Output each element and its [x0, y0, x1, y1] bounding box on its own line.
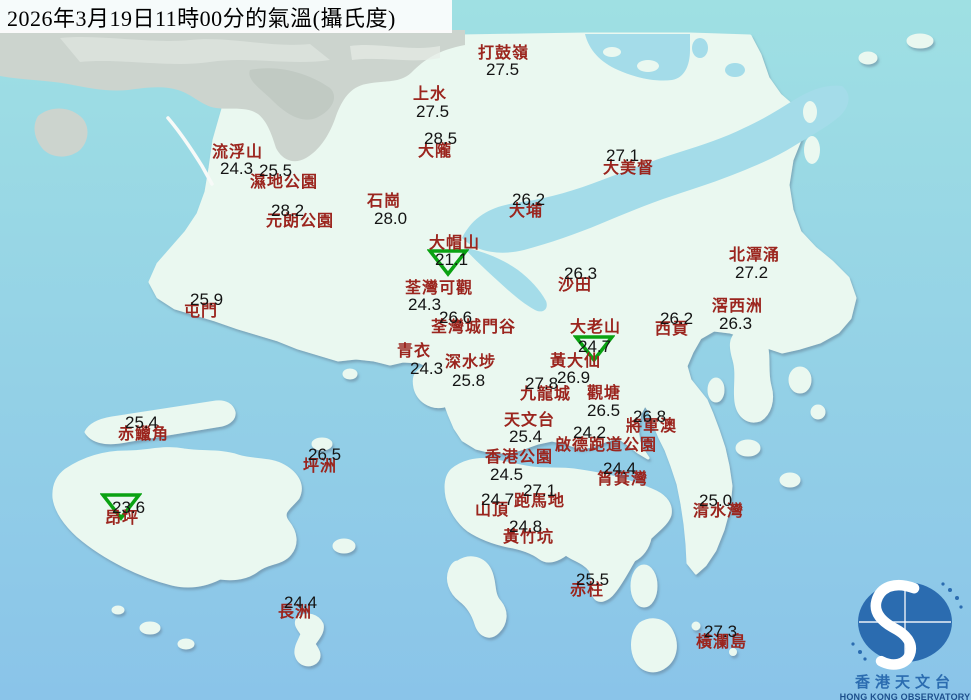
station-value: 25.5: [576, 570, 610, 589]
station-value: 24.4: [603, 459, 637, 478]
station-value: 26.5: [308, 445, 342, 464]
hko-logo-english-name: HONG KONG OBSERVATORY: [839, 692, 971, 700]
station-value: 26.9: [557, 368, 591, 387]
station-value: 25.4: [125, 413, 159, 432]
title-bar: 2026年3月19日11時00分的氣溫(攝氏度): [0, 0, 452, 33]
hko-logo: 香港天文台 HONG KONG OBSERVATORY: [838, 574, 971, 700]
station-name: 北潭涌: [729, 247, 781, 264]
station-value: 24.7: [481, 490, 515, 509]
station-value: 27.1: [606, 146, 640, 165]
station-value: 26.2: [660, 309, 694, 328]
station-value: 28.0: [374, 209, 408, 228]
map-title: 2026年3月19日11時00分的氣溫(攝氏度): [7, 5, 396, 31]
station-value: 27.5: [486, 60, 520, 79]
hko-emblem-icon: [851, 579, 963, 670]
stations-layer: 打鼓嶺 27.5 上水 27.5 大隴 28.5 流浮山 24.3 濕地公園 25.5 元朗公園 28…: [0, 0, 971, 700]
station-value: 24.3: [410, 359, 444, 378]
station-value: 24.8: [509, 517, 543, 536]
station-value: 27.1: [523, 481, 557, 500]
station-value: 24.4: [284, 593, 318, 612]
station-value: 27.8: [525, 374, 559, 393]
station-value: 26.3: [564, 264, 598, 283]
station-value: 26.5: [587, 401, 621, 420]
station-name: 深水埗: [445, 354, 497, 371]
station-value: 27.5: [416, 102, 450, 121]
station-name: 大老山: [570, 319, 622, 336]
station-name: 滘西洲: [712, 298, 764, 315]
station-value: 24.5: [490, 465, 524, 484]
temperature-map-screen: 2026年3月19日11時00分的氣溫(攝氏度) 打鼓嶺 27.5 上水 27.5 大隴…: [0, 0, 971, 700]
hko-logo-chinese-name: 香港天文台: [854, 675, 955, 691]
station-value: 21.1: [435, 250, 469, 269]
station-value: 23.6: [112, 498, 146, 517]
station-name: 香港公園: [485, 449, 554, 466]
station-value: 25.8: [452, 371, 486, 390]
station-value: 27.2: [735, 263, 769, 282]
station-value: 26.6: [439, 308, 473, 327]
station-value: 26.8: [633, 407, 667, 426]
station-value: 28.5: [424, 129, 458, 148]
station-value: 24.2: [573, 423, 607, 442]
station-name: 石崗: [367, 193, 402, 210]
station-value: 28.2: [271, 201, 305, 220]
station-value: 24.3: [408, 295, 442, 314]
station-name: 觀塘: [587, 385, 622, 402]
station-value: 25.4: [509, 427, 543, 446]
station-value: 25.0: [699, 491, 733, 510]
station-value: 26.3: [719, 314, 753, 333]
station-value: 24.3: [220, 159, 254, 178]
station-value: 27.3: [704, 622, 738, 641]
station-name: 青衣: [397, 343, 432, 360]
station-value: 25.5: [259, 161, 293, 180]
station-name: 上水: [413, 86, 448, 103]
station-value: 25.9: [190, 290, 224, 309]
station-value: 26.2: [512, 190, 546, 209]
